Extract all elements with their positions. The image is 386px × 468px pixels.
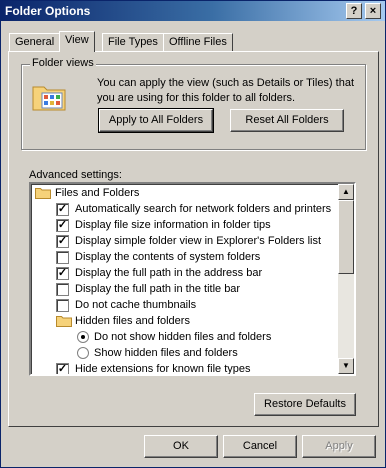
checkbox-checked[interactable]: ✓ xyxy=(56,363,69,374)
folder-views-description: You can apply the view (such as Details … xyxy=(97,77,355,104)
checkbox-unchecked[interactable] xyxy=(56,251,69,264)
tab-view-label: View xyxy=(65,34,89,46)
apply-to-all-folders-label: Apply to All Folders xyxy=(108,114,204,126)
advanced-settings-label: Advanced settings: xyxy=(29,169,122,181)
setting-label: Display the contents of system folders xyxy=(75,251,261,263)
setting-simple-folder-view[interactable]: ✓ Display simple folder view in Explorer… xyxy=(56,233,321,249)
setting-full-path-address-bar[interactable]: ✓ Display the full path in the address b… xyxy=(56,265,262,281)
cancel-label: Cancel xyxy=(242,440,278,452)
checkbox-checked[interactable]: ✓ xyxy=(56,267,69,280)
reset-all-folders-button[interactable]: Reset All Folders xyxy=(230,109,344,132)
ok-label: OK xyxy=(173,440,189,452)
radio-unselected[interactable] xyxy=(77,347,89,359)
setting-hide-extensions[interactable]: ✓ Hide extensions for known file types xyxy=(56,361,251,375)
up-arrow-icon[interactable]: ▲ xyxy=(338,184,354,200)
radio-selected[interactable] xyxy=(77,331,89,343)
folder-icon xyxy=(35,188,51,199)
tab-file-types[interactable]: File Types xyxy=(102,33,164,51)
restore-defaults-button[interactable]: Restore Defaults xyxy=(254,393,356,416)
checkbox-checked[interactable]: ✓ xyxy=(56,203,69,216)
tab-general[interactable]: General xyxy=(9,33,61,51)
setting-cache-thumbnails[interactable]: Do not cache thumbnails xyxy=(56,297,196,313)
reset-all-folders-label: Reset All Folders xyxy=(245,114,329,126)
tree-folder-hidden-files[interactable]: Hidden files and folders xyxy=(56,313,190,329)
scrollbar-thumb[interactable] xyxy=(338,200,354,274)
setting-show-hidden[interactable]: Show hidden files and folders xyxy=(77,345,238,361)
setting-label: Display simple folder view in Explorer's… xyxy=(75,235,322,247)
folder-views-title: Folder views xyxy=(30,57,96,69)
checkbox-unchecked[interactable] xyxy=(56,283,69,296)
tree-folder-files-and-folders[interactable]: Files and Folders xyxy=(35,185,139,201)
window-title: Folder Options xyxy=(5,4,91,18)
folder-tiles-icon xyxy=(32,86,66,111)
tree-folder-label: Files and Folders xyxy=(55,187,140,199)
setting-label: Do not cache thumbnails xyxy=(75,299,197,311)
tab-view[interactable]: View xyxy=(59,31,95,52)
down-arrow-icon[interactable]: ▼ xyxy=(338,358,354,374)
setting-system-folders[interactable]: Display the contents of system folders xyxy=(56,249,260,265)
ok-button[interactable]: OK xyxy=(144,435,218,458)
setting-label: Show hidden files and folders xyxy=(94,347,238,359)
apply-button[interactable]: Apply xyxy=(302,435,376,458)
setting-file-size-tips[interactable]: ✓ Display file size information in folde… xyxy=(56,217,271,233)
setting-full-path-title-bar[interactable]: Display the full path in the title bar xyxy=(56,281,240,297)
setting-label: Automatically search for network folders… xyxy=(75,203,332,215)
checkbox-checked[interactable]: ✓ xyxy=(56,235,69,248)
close-button[interactable]: × xyxy=(365,3,381,19)
advanced-settings-tree[interactable]: Files and Folders ✓ Automatically search… xyxy=(29,182,356,376)
setting-label: Display file size information in folder … xyxy=(75,219,271,231)
tab-offline-files-label: Offline Files xyxy=(169,36,227,48)
tree-folder-label: Hidden files and folders xyxy=(75,315,190,327)
setting-auto-search-network[interactable]: ✓ Automatically search for network folde… xyxy=(56,201,331,217)
setting-label: Hide extensions for known file types xyxy=(75,363,251,375)
setting-do-not-show-hidden[interactable]: Do not show hidden files and folders xyxy=(77,329,271,345)
vertical-scrollbar[interactable]: ▲ ▼ xyxy=(338,184,354,374)
folder-views-group: Folder views You can apply the view (suc… xyxy=(21,57,366,150)
checkbox-unchecked[interactable] xyxy=(56,299,69,312)
setting-label: Do not show hidden files and folders xyxy=(94,331,272,343)
tab-general-label: General xyxy=(15,36,55,48)
apply-to-all-folders-button[interactable]: Apply to All Folders xyxy=(98,108,214,133)
help-button[interactable]: ? xyxy=(346,3,362,19)
tab-offline-files[interactable]: Offline Files xyxy=(163,33,233,51)
restore-defaults-label: Restore Defaults xyxy=(264,398,346,410)
cancel-button[interactable]: Cancel xyxy=(223,435,297,458)
tab-file-types-label: File Types xyxy=(108,36,158,48)
checkbox-checked[interactable]: ✓ xyxy=(56,219,69,232)
title-bar[interactable]: Folder Options ? × xyxy=(1,1,385,21)
apply-label: Apply xyxy=(325,440,353,452)
folder-options-window: Folder Options ? × General View File Typ… xyxy=(0,0,386,468)
folder-icon xyxy=(56,316,72,327)
setting-label: Display the full path in the address bar xyxy=(75,267,263,279)
setting-label: Display the full path in the title bar xyxy=(75,283,241,295)
